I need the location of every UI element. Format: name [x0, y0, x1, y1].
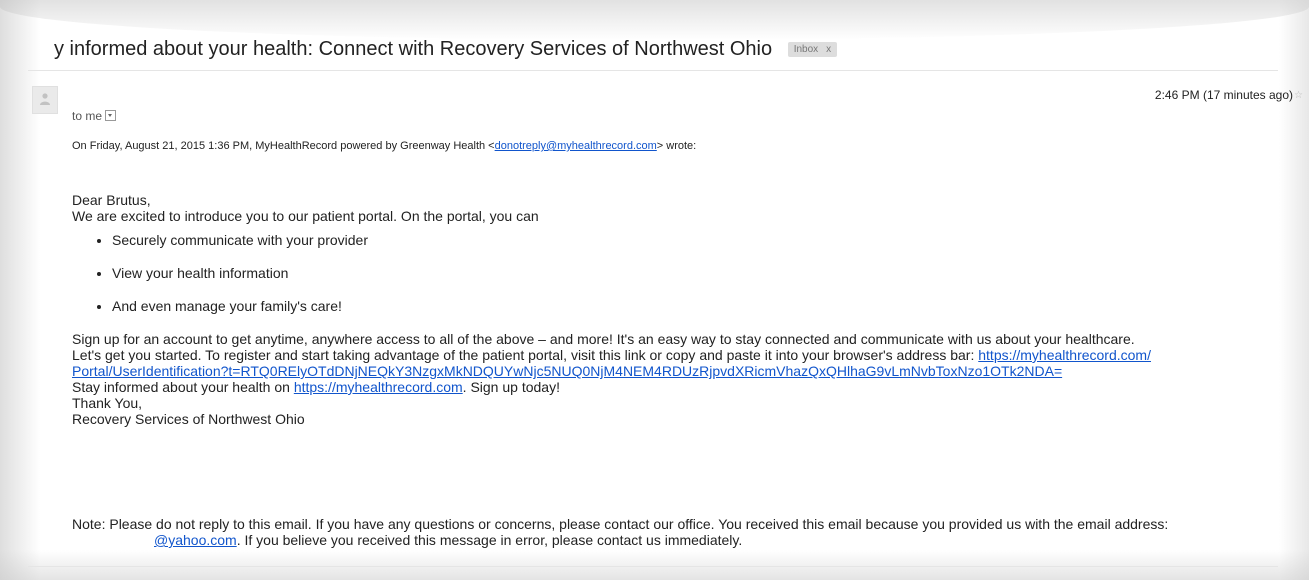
- greeting: Dear Brutus,: [72, 192, 151, 208]
- portal-link-continued[interactable]: Portal/UserIdentification?t=RTQ0RElyOTdD…: [72, 363, 1062, 379]
- subject-text: y informed about your health: Connect wi…: [54, 38, 773, 60]
- list-item: View your health information: [112, 265, 1252, 281]
- intro-text: We are excited to introduce you to our p…: [72, 208, 539, 224]
- frame-shadow-bottom: [0, 550, 1309, 580]
- frame-shadow-right: [1279, 0, 1309, 580]
- list-item: Securely communicate with your provider: [112, 232, 1252, 248]
- myhealthrecord-link[interactable]: https://myhealthrecord.com: [294, 379, 463, 395]
- stay-informed-line: Stay informed about your health on https…: [72, 379, 1252, 395]
- email-timestamp: 2:46 PM (17 minutes ago): [1154, 88, 1293, 102]
- signup-text: Sign up for an account to get anytime, a…: [72, 331, 1135, 347]
- user-email-link[interactable]: @yahoo.com: [154, 532, 237, 548]
- feature-list: Securely communicate with your provider …: [72, 232, 1252, 314]
- email-note: Note: Please do not reply to this email.…: [72, 516, 1272, 548]
- inbox-label-text: Inbox: [793, 44, 819, 55]
- chevron-down-icon[interactable]: [105, 110, 117, 121]
- quoted-header-end: > wrote:: [656, 140, 697, 152]
- stay-text-end: . Sign up today!: [462, 379, 560, 395]
- sender-avatar[interactable]: [32, 86, 58, 114]
- stay-text: Stay informed about your health on: [72, 379, 294, 395]
- note-text-end: . If you believe you received this messa…: [236, 532, 743, 548]
- list-item: And even manage your family's care!: [112, 298, 1252, 314]
- email-body: Dear Brutus, We are excited to introduce…: [72, 192, 1252, 427]
- register-paragraph: Let's get you started. To register and s…: [72, 347, 1252, 379]
- recipient-text: to me: [72, 109, 103, 123]
- divider: [28, 566, 1278, 567]
- quoted-header: On Friday, August 21, 2015 1:36 PM, MyHe…: [72, 140, 696, 152]
- person-icon: [40, 93, 50, 105]
- recipient-line: to me: [72, 109, 117, 123]
- register-text: Let's get you started. To register and s…: [72, 347, 979, 363]
- quoted-header-text: On Friday, August 21, 2015 1:36 PM, MyHe…: [72, 140, 495, 152]
- sender-email-link[interactable]: donotreply@myhealthrecord.com: [495, 140, 657, 152]
- note-text: Note: Please do not reply to this email.…: [72, 516, 1169, 532]
- remove-label-button[interactable]: x: [826, 44, 831, 55]
- subject-bar: y informed about your health: Connect wi…: [28, 30, 1278, 71]
- signature: Recovery Services of Northwest Ohio: [72, 411, 305, 427]
- thanks-line: Thank You,: [72, 395, 143, 411]
- email-subject: y informed about your health: Connect wi…: [54, 38, 838, 61]
- note-second-line: @yahoo.com. If you believe you received …: [72, 532, 1272, 548]
- star-icon[interactable]: ☆: [1294, 90, 1303, 101]
- inbox-label[interactable]: Inbox x: [787, 42, 838, 57]
- portal-link[interactable]: https://myhealthrecord.com/: [978, 347, 1151, 363]
